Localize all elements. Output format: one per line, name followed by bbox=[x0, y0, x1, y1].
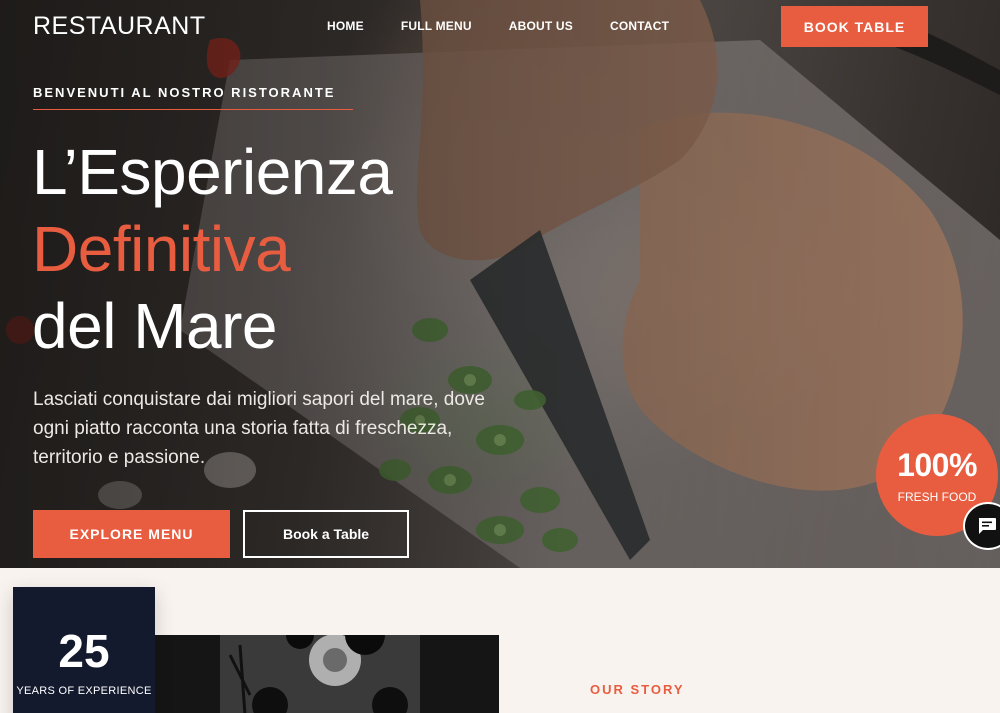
about-photo-image bbox=[150, 635, 499, 713]
experience-card: 25 YEARS OF EXPERIENCE bbox=[13, 587, 155, 713]
explore-menu-button[interactable]: EXPLORE MENU bbox=[33, 510, 230, 558]
headline-line-1: L’Esperienza bbox=[32, 136, 393, 208]
our-story-label: OUR STORY bbox=[590, 682, 685, 697]
hero-eyebrow: BENVENUTI AL NOSTRO RISTORANTE bbox=[33, 85, 353, 110]
book-table-button[interactable]: BOOK TABLE bbox=[781, 6, 928, 47]
hero-lead-text: Lasciati conquistare dai migliori sapori… bbox=[33, 389, 486, 468]
experience-years: 25 bbox=[58, 625, 110, 677]
main-nav: HOME FULL MENU ABOUT US CONTACT bbox=[327, 19, 706, 33]
chat-button[interactable] bbox=[963, 502, 1000, 550]
about-photo bbox=[150, 635, 499, 713]
experience-label: YEARS OF EXPERIENCE bbox=[16, 685, 152, 697]
nav-full-menu[interactable]: FULL MENU bbox=[401, 19, 472, 33]
hero-section: RESTAURANT HOME FULL MENU ABOUT US CONTA… bbox=[0, 0, 1000, 568]
book-a-table-button[interactable]: Book a Table bbox=[243, 510, 409, 558]
hero-headline: L’Esperienza Definitiva del Mare bbox=[32, 134, 393, 365]
nav-about-us[interactable]: ABOUT US bbox=[509, 19, 573, 33]
headline-accent: Definitiva bbox=[32, 213, 291, 285]
about-section: 25 YEARS OF EXPERIENCE OUR STORY bbox=[0, 568, 1000, 713]
nav-home[interactable]: HOME bbox=[327, 19, 364, 33]
badge-label: FRESH FOOD bbox=[897, 490, 977, 504]
headline-line-3: del Mare bbox=[32, 290, 278, 362]
badge-value: 100% bbox=[897, 447, 977, 483]
nav-contact[interactable]: CONTACT bbox=[610, 19, 669, 33]
site-logo[interactable]: RESTAURANT bbox=[33, 12, 206, 41]
chat-icon bbox=[978, 518, 996, 534]
